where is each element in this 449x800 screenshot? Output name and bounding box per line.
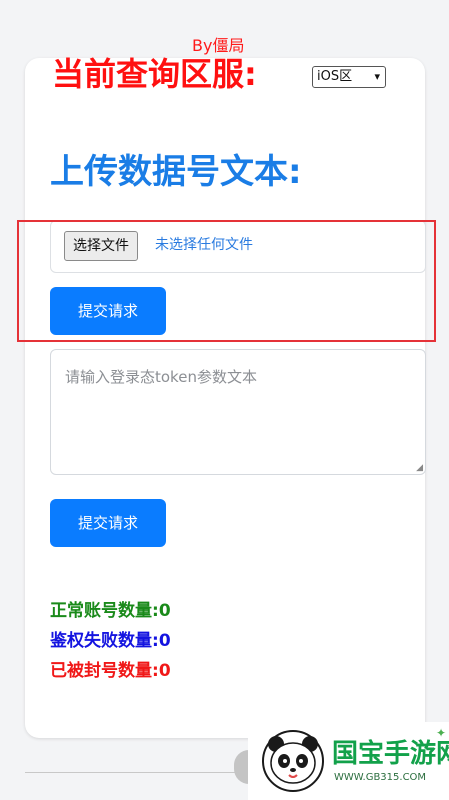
highlight-box (17, 220, 436, 342)
auth-failed-count: 鉴权失败数量:0 (50, 629, 171, 653)
site-watermark: 国宝手游网 WWW.GB315.COM ✦ (248, 722, 449, 800)
watermark-title: 国宝手游网 (332, 739, 449, 769)
upload-title: 上传数据号文本: (50, 152, 302, 192)
banned-label: 已被封号数量: (50, 661, 159, 681)
region-select-value: iOS区 (317, 69, 353, 84)
watermark-url: WWW.GB315.COM (334, 772, 427, 783)
banned-value: 0 (158, 661, 171, 681)
author-byline: By僵局 (192, 36, 245, 55)
region-title: 当前查询区服: (52, 55, 257, 93)
sparkle-icon: ✦ (436, 726, 447, 740)
token-placeholder: 请输入登录态token参数文本 (65, 368, 257, 386)
auth-failed-value: 0 (158, 631, 171, 651)
banned-count: 已被封号数量:0 (50, 659, 171, 683)
panda-logo-icon (262, 730, 324, 792)
chevron-down-icon: ▾ (374, 70, 380, 83)
normal-count: 正常账号数量:0 (50, 599, 171, 623)
normal-count-value: 0 (158, 601, 171, 621)
normal-count-label: 正常账号数量: (50, 601, 159, 621)
region-select[interactable]: iOS区 ▾ (312, 66, 386, 88)
auth-failed-label: 鉴权失败数量: (50, 631, 159, 651)
resize-grip-icon[interactable]: ◢ (416, 463, 423, 473)
bottom-divider (25, 772, 265, 773)
token-textarea[interactable]: 请输入登录态token参数文本 ◢ (50, 349, 426, 475)
token-submit-button[interactable]: 提交请求 (50, 499, 166, 547)
